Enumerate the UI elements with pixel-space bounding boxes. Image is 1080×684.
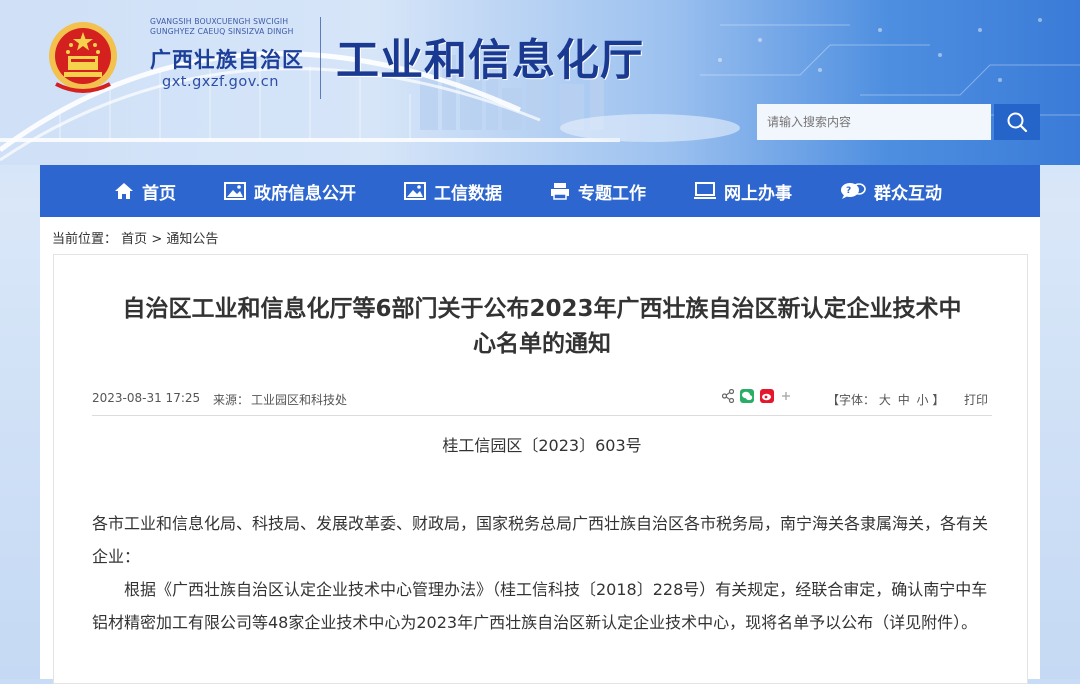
nav-label: 群众互动 xyxy=(874,183,942,204)
image-icon xyxy=(404,182,426,200)
font-size-medium[interactable]: 中 xyxy=(898,393,910,407)
font-size-close: 】 xyxy=(932,393,945,407)
font-size-small[interactable]: 小 xyxy=(917,393,929,407)
org-name-zhuang: GVANGSIH BOUXCUENGH SWCIGIH GUNGHYEZ CAE… xyxy=(150,17,294,36)
breadcrumb: 当前位置： 首页 > 通知公告 xyxy=(52,228,218,247)
home-icon xyxy=(115,183,133,199)
wechat-icon[interactable] xyxy=(740,389,754,403)
article-panel: 自治区工业和信息化厅等6部门关于公布2023年广西壮族自治区新认定企业技术中 心… xyxy=(53,254,1028,684)
nav-item-data[interactable]: 工信数据 xyxy=(404,179,502,204)
department-title: 工业和信息化厅 xyxy=(336,36,644,86)
printer-icon xyxy=(551,183,569,200)
paragraph-addressees: 各市工业和信息化局、科技局、发展改革委、财政局，国家税务总局广西壮族自治区各市税… xyxy=(92,514,989,566)
breadcrumb-current[interactable]: 通知公告 xyxy=(166,232,218,247)
nav-label: 首页 xyxy=(142,183,176,204)
share-icon[interactable] xyxy=(722,389,734,403)
source-value: 工业园区和科技处 xyxy=(251,393,348,407)
chat-icon: ? xyxy=(841,183,866,199)
nav-item-interaction[interactable]: ? 群众互动 xyxy=(840,179,942,204)
nav-item-online-service[interactable]: 网上办事 xyxy=(694,179,792,204)
publish-date: 2023-08-31 17:25 xyxy=(92,391,201,405)
paragraph-main: 根据《广西壮族自治区认定企业技术中心管理办法》（桂工信科技〔2018〕228号）… xyxy=(92,580,988,632)
document-number: 桂工信园区〔2023〕603号 xyxy=(442,436,642,455)
print-link[interactable]: 打印 xyxy=(964,391,988,408)
weibo-icon[interactable] xyxy=(760,389,774,403)
nav-item-special[interactable]: 专题工作 xyxy=(550,179,646,204)
monitor-icon xyxy=(694,182,716,199)
font-size-switcher: 【字体： 大 中 小 】 xyxy=(827,391,944,408)
article-body: 各市工业和信息化局、科技局、发展改革委、财政局，国家税务总局广西壮族自治区各市税… xyxy=(92,507,992,639)
plus-icon[interactable] xyxy=(780,390,792,402)
svg-text:?: ? xyxy=(846,186,851,196)
search-input[interactable] xyxy=(757,104,991,140)
search-button[interactable] xyxy=(994,104,1040,140)
article-title: 自治区工业和信息化厅等6部门关于公布2023年广西壮族自治区新认定企业技术中 心… xyxy=(92,292,992,362)
content-area: 当前位置： 首页 > 通知公告 自治区工业和信息化厅等6部门关于公布2023年广… xyxy=(40,217,1040,684)
font-size-label: 【字体： xyxy=(827,393,876,407)
image-icon xyxy=(224,182,246,200)
main-nav: 首页 政府信息公开 工信数据 专题工作 网上办事 ? 群众互动 xyxy=(40,165,1040,217)
search-icon xyxy=(1007,112,1028,133)
meta-divider xyxy=(92,415,992,416)
breadcrumb-home-link[interactable]: 首页 xyxy=(121,232,147,247)
nav-label: 政府信息公开 xyxy=(254,183,356,204)
font-size-large[interactable]: 大 xyxy=(879,393,891,407)
national-emblem-icon xyxy=(49,22,117,93)
breadcrumb-separator: > xyxy=(151,232,167,247)
header-divider xyxy=(320,17,321,99)
nav-label: 专题工作 xyxy=(578,183,646,204)
search-box xyxy=(757,104,1040,140)
nav-item-home[interactable]: 首页 xyxy=(114,179,176,204)
article-title-line-1: 自治区工业和信息化厅等6部门关于公布2023年广西壮族自治区新认定企业技术中 xyxy=(122,296,962,322)
nav-label: 工信数据 xyxy=(434,183,502,204)
site-header: GVANGSIH BOUXCUENGH SWCIGIH GUNGHYEZ CAE… xyxy=(0,0,1080,165)
site-url: gxt.gxzf.gov.cn xyxy=(162,74,279,90)
article-title-line-2: 心名单的通知 xyxy=(473,331,611,357)
nav-item-gov-info[interactable]: 政府信息公开 xyxy=(224,179,356,204)
breadcrumb-label: 当前位置： xyxy=(52,232,118,247)
org-name: 广西壮族自治区 xyxy=(150,48,304,72)
source-label: 来源： xyxy=(213,393,250,407)
nav-label: 网上办事 xyxy=(724,183,792,204)
share-bar xyxy=(722,389,792,403)
